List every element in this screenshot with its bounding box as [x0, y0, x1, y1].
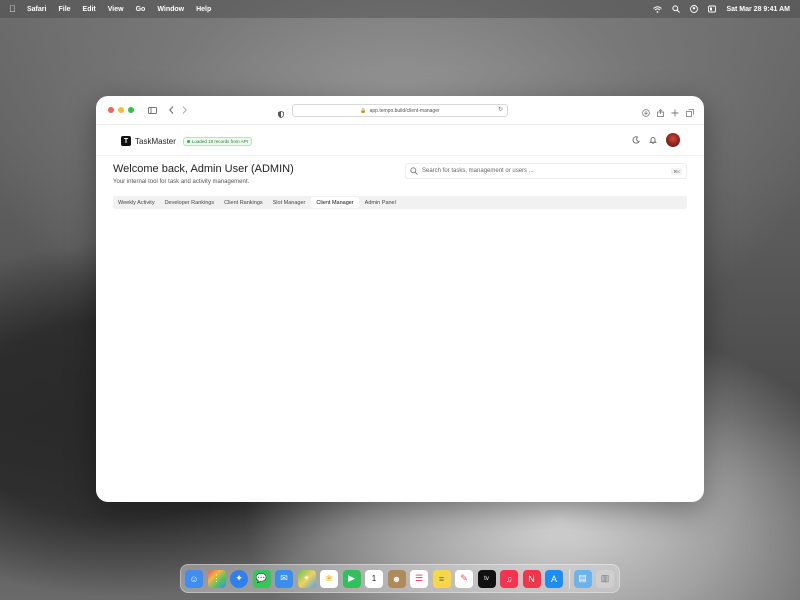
toolbar-right-actions	[635, 104, 694, 122]
user-icon[interactable]	[690, 5, 699, 13]
tab-slot-manager[interactable]: Slot Manager	[268, 197, 311, 208]
wifi-icon[interactable]	[653, 5, 663, 13]
facetime-icon[interactable]: ▶	[342, 569, 361, 588]
brand-name[interactable]: TaskMaster	[135, 137, 176, 146]
status-badge: Loaded 18 records from API	[182, 136, 252, 146]
user-avatar[interactable]	[666, 133, 680, 147]
menu-view[interactable]: View	[108, 6, 124, 13]
menu-edit[interactable]: Edit	[83, 6, 96, 13]
back-arrow-icon[interactable]	[169, 106, 174, 114]
reload-icon[interactable]: ↻	[498, 106, 503, 113]
minimize-window-button[interactable]	[118, 107, 124, 113]
dark-mode-moon-icon[interactable]	[632, 136, 640, 144]
search-placeholder: Search for tasks, management or users ..…	[422, 168, 534, 174]
contacts-icon[interactable]: ☻	[387, 569, 406, 588]
tab-client-manager[interactable]: Client Manager	[311, 197, 359, 208]
tv-icon[interactable]: tv	[477, 569, 496, 588]
trash-icon[interactable]: ▥	[596, 569, 614, 588]
search-icon	[410, 167, 418, 175]
tab-weekly-activity[interactable]: Weekly Activity	[113, 197, 160, 208]
messages-icon[interactable]: 💬	[252, 569, 271, 588]
app-header: T TaskMaster Loaded 18 records from API	[96, 127, 704, 156]
menu-window[interactable]: Window	[157, 6, 184, 13]
page-title: Welcome back, Admin User (ADMIN)	[113, 163, 294, 175]
search-shortcut-hint: ⌘K	[671, 167, 682, 175]
global-search-input[interactable]: Search for tasks, management or users ..…	[405, 163, 687, 179]
notifications-bell-icon[interactable]	[649, 136, 657, 144]
menu-go[interactable]: Go	[136, 6, 146, 13]
dock: ☺ ⋮ ✦ 💬 ✉ ⌖ ❀ ▶ 1 ☻ ☰ ≡ ✎ tv ♫ N A ▤ ▥	[180, 564, 620, 593]
app-store-icon[interactable]: A	[545, 569, 563, 588]
status-dot-icon	[186, 139, 190, 143]
tab-admin-panel[interactable]: Admin Panel	[360, 197, 401, 208]
share-icon[interactable]	[657, 104, 664, 122]
tab-overview-icon[interactable]	[686, 104, 694, 122]
music-icon[interactable]: ♫	[500, 569, 518, 588]
finder-icon[interactable]: ☺	[185, 569, 203, 588]
menu-bar:  Safari File Edit View Go Window Help S…	[0, 0, 800, 18]
control-center-icon[interactable]	[708, 5, 717, 13]
page-subtitle: Your internal tool for task and activity…	[113, 179, 250, 185]
zoom-window-button[interactable]	[128, 107, 134, 113]
address-bar-url: app.tempo.build/client-manager	[369, 107, 440, 114]
menu-file[interactable]: File	[58, 6, 70, 13]
launchpad-icon[interactable]: ⋮	[207, 569, 226, 588]
calendar-icon[interactable]: 1	[365, 569, 383, 588]
downloads-icon[interactable]	[642, 104, 650, 122]
notes-icon[interactable]: ≡	[432, 569, 451, 588]
tab-developer-rankings[interactable]: Developer Rankings	[160, 197, 220, 208]
photos-icon[interactable]: ❀	[320, 569, 338, 588]
privacy-shield-icon[interactable]	[278, 105, 284, 123]
safari-icon[interactable]: ✦	[230, 569, 248, 588]
sidebar-toggle-icon[interactable]	[148, 106, 157, 114]
tab-client-rankings[interactable]: Client Rankings	[219, 197, 268, 208]
close-window-button[interactable]	[108, 107, 114, 113]
main-tabs: Weekly Activity Developer Rankings Clien…	[113, 196, 687, 209]
menubar-datetime[interactable]: Sat Mar 28 9:41 AM	[726, 6, 790, 13]
maps-icon[interactable]: ⌖	[297, 569, 316, 588]
taskmaster-logo: T	[121, 136, 131, 146]
search-icon[interactable]	[672, 5, 681, 13]
status-badge-text: Loaded 18 records from API	[191, 138, 248, 144]
lock-icon: 🔒	[360, 107, 367, 114]
menu-help[interactable]: Help	[196, 6, 211, 13]
dock-separator	[568, 568, 570, 589]
downloads-folder-icon[interactable]: ▤	[573, 569, 592, 588]
reminders-icon[interactable]: ☰	[410, 569, 428, 588]
forward-arrow-icon[interactable]	[182, 106, 187, 114]
address-bar[interactable]: 🔒 app.tempo.build/client-manager ↻	[292, 104, 508, 117]
traffic-lights	[108, 107, 138, 113]
news-icon[interactable]: N	[522, 569, 541, 588]
freeform-icon[interactable]: ✎	[455, 569, 473, 588]
menu-app-name[interactable]: Safari	[27, 6, 46, 13]
new-tab-icon[interactable]	[671, 104, 679, 122]
apple-menu-icon[interactable]: 	[9, 4, 19, 14]
header-actions	[623, 133, 680, 147]
mail-icon[interactable]: ✉	[275, 569, 293, 588]
browser-toolbar: 🔒 app.tempo.build/client-manager ↻	[96, 96, 704, 125]
browser-window: 🔒 app.tempo.build/client-manager ↻ T Tas…	[96, 96, 704, 502]
